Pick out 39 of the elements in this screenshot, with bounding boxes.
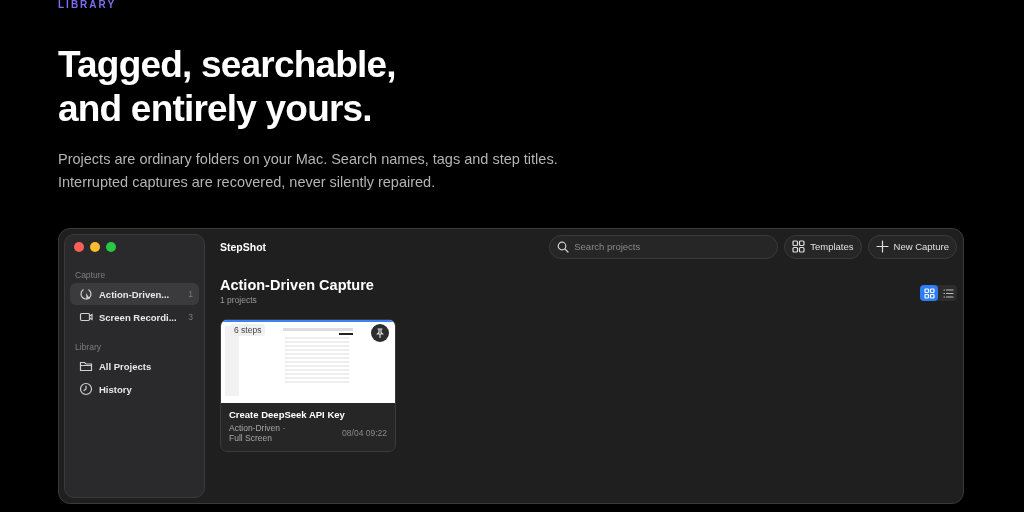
new-capture-button[interactable]: New Capture [867, 234, 957, 259]
sidebar-item-label: All Projects [99, 360, 153, 372]
project-count: 1 projects [220, 295, 258, 305]
step-count-badge: 6 steps [230, 324, 266, 336]
sidebar-item[interactable]: All Projects [70, 355, 199, 377]
sidebar-item-label: History [99, 383, 133, 395]
view-grid-button[interactable] [920, 285, 938, 301]
page-heading: Action-Driven Capture [220, 277, 374, 293]
folder-icon [79, 359, 93, 373]
app-title: StepShot [220, 240, 268, 253]
plus-icon [875, 240, 889, 253]
sidebar-section-label: Library [75, 342, 102, 352]
list-view-icon [942, 287, 954, 299]
project-card[interactable]: 6 steps Create DeepSeek API Key Action-Driven · Full Screen 08/04 09:22 [220, 319, 396, 452]
description: Projects are ordinary folders on your Mac. Search names, tags and step titles. Interrupted captures are recovered, never silently repaired. [58, 150, 559, 192]
window-zoom-button[interactable] [106, 242, 116, 252]
pin-button[interactable] [371, 324, 389, 342]
headline: Tagged, searchable, and entirely yours. [58, 43, 397, 131]
grid-view-icon [923, 287, 935, 299]
section-eyebrow: LIBRARY [58, 0, 117, 10]
sidebar-item[interactable]: Action-Driven... 1 [70, 283, 199, 305]
search-field[interactable]: Search projects [549, 234, 779, 259]
sidebar-item-label: Action-Driven... [99, 288, 171, 300]
pin-icon [375, 328, 385, 338]
project-date: 08/04 09:22 [342, 428, 387, 438]
window-close-button[interactable] [74, 242, 84, 252]
video-camera-icon [79, 310, 93, 324]
clock-icon [79, 382, 93, 396]
sidebar-item[interactable]: History [70, 378, 199, 400]
templates-button[interactable]: Templates [784, 234, 862, 259]
project-meta: Action-Driven · Full Screen [229, 423, 287, 443]
sidebar-item[interactable]: Screen Recordi... 3 [70, 306, 199, 328]
sidebar-section-label: Capture [75, 270, 107, 280]
item-count: 1 [188, 289, 193, 299]
project-title: Create DeepSeek API Key [229, 409, 346, 420]
sidebar-item-label: Screen Recordi... [99, 311, 178, 323]
window-minimize-button[interactable] [90, 242, 100, 252]
grid-icon [792, 240, 806, 253]
item-count: 3 [188, 312, 193, 322]
